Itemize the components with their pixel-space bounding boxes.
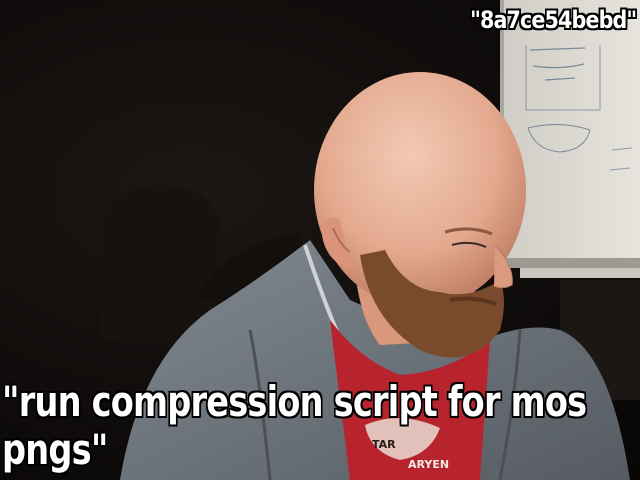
top-caption: "8a7ce54bebd"	[469, 6, 637, 34]
bottom-caption-line-2: pngs"	[2, 425, 108, 474]
whiteboard	[500, 0, 640, 278]
bottom-caption-line-1: "run compression script for mos	[2, 377, 587, 426]
bottom-caption: "run compression script for mos pngs"	[2, 377, 587, 474]
webcam-frame: TAR ARYEN "8a7ce54bebd" "run compression…	[0, 0, 640, 480]
